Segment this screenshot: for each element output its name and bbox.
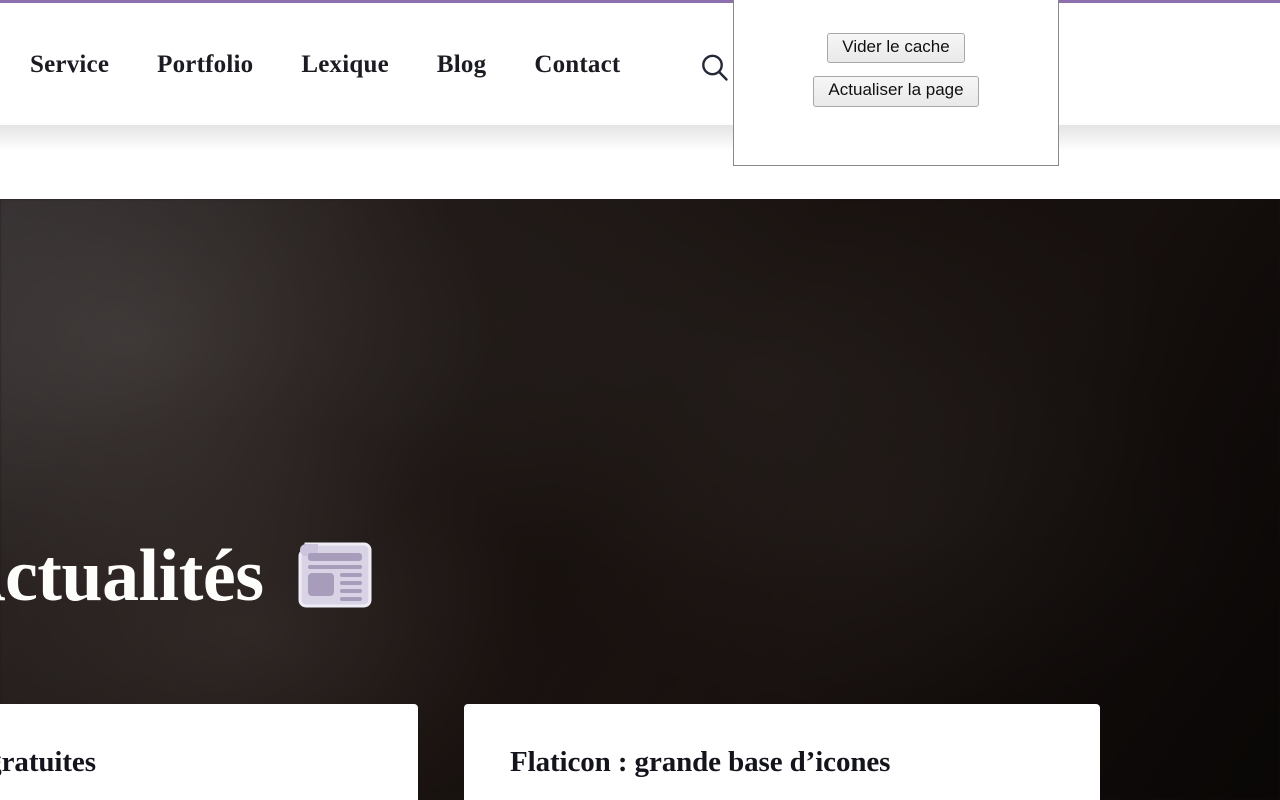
nav-item-service[interactable]: Service xyxy=(30,52,109,77)
hero-section: Actualités …raphiques gratuites …teforme… xyxy=(0,199,1280,800)
search-icon xyxy=(702,54,728,81)
page-title: Actualités xyxy=(0,535,264,617)
site-header: Service Portfolio Lexique Blog Contact xyxy=(0,3,1280,125)
search-button[interactable] xyxy=(698,51,732,85)
news-card[interactable]: Flaticon : grande base d’icones Flaticon… xyxy=(464,704,1100,800)
clear-cache-button[interactable]: Vider le cache xyxy=(827,33,965,64)
refresh-page-button[interactable]: Actualiser la page xyxy=(813,76,979,107)
nav-item-blog[interactable]: Blog xyxy=(437,52,486,77)
news-card-title: Flaticon : grande base d’icones xyxy=(510,746,891,778)
news-card[interactable]: …raphiques gratuites …teforme de ressour… xyxy=(0,704,418,800)
header-shadow xyxy=(0,125,1280,151)
nav-item-contact[interactable]: Contact xyxy=(534,52,620,77)
primary-navigation: Service Portfolio Lexique Blog Contact xyxy=(0,3,620,125)
nav-item-lexique[interactable]: Lexique xyxy=(301,52,389,77)
top-accent-bar xyxy=(0,0,1280,3)
nav-item-portfolio[interactable]: Portfolio xyxy=(157,52,253,77)
news-card-grid: …raphiques gratuites …teforme de ressour… xyxy=(0,704,1280,800)
newspaper-icon xyxy=(298,542,371,608)
news-card-title: …raphiques gratuites xyxy=(0,746,96,778)
browser-viewport: Actualités …raphiques gratuites …teforme… xyxy=(0,0,1280,800)
hero-title-row: Actualités xyxy=(0,539,375,613)
extension-popup-panel: Vider le cache Actualiser la page xyxy=(733,0,1059,166)
